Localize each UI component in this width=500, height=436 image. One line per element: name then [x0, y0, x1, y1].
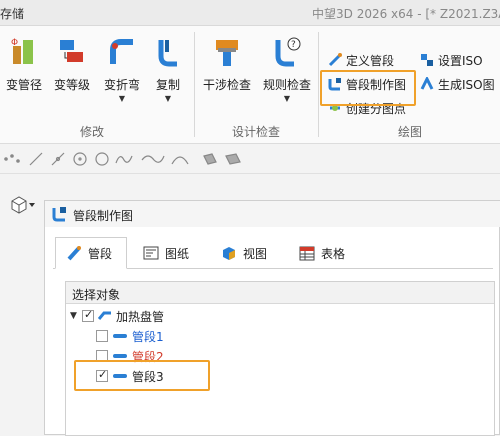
tab-drawing-sheet-label: 图纸 — [165, 246, 190, 261]
tab-drawing-sheet[interactable]: 图纸 — [133, 237, 205, 269]
dialog-title: 管段制作图 — [73, 209, 134, 223]
modify-group-label: 修改 — [80, 125, 105, 139]
tab-view[interactable]: 视图 — [211, 237, 283, 269]
change-grade-label: 变等级 — [53, 78, 90, 92]
change-diameter-icon: Φ — [9, 36, 39, 70]
tree-item-segment-1[interactable]: 管段1 — [66, 326, 494, 346]
change-bend-label: 变折弯 — [103, 78, 140, 92]
app-title-left: 存储 — [0, 7, 25, 21]
bom-table-icon — [299, 245, 315, 261]
set-iso-label: 设置ISO — [438, 53, 483, 68]
change-grade-icon — [57, 36, 87, 70]
tab-view-label: 视图 — [243, 246, 268, 261]
tab-table[interactable]: 表格 — [289, 237, 361, 269]
set-iso-icon — [420, 53, 434, 67]
generate-iso-icon — [420, 75, 434, 91]
interference-check-button[interactable]: 干涉检查 — [198, 36, 256, 93]
copy-button[interactable]: 复制 ▼ — [148, 36, 188, 103]
tree-root-label: 加热盘管 — [116, 309, 165, 324]
design-check-group-label: 设计检查 — [232, 125, 281, 139]
define-segment-icon — [328, 53, 342, 67]
assembly-icon — [97, 309, 112, 324]
change-grade-button[interactable]: 变等级 — [50, 36, 94, 93]
segment-drawing-dialog: 管段制作图 管段 图纸 视图 表格 选择对象 ▼ 加热盘管 — [44, 200, 500, 436]
sketch-toolbar — [0, 144, 500, 174]
generate-iso-label: 生成ISO图 — [438, 77, 495, 92]
interference-check-label: 干涉检查 — [202, 78, 251, 92]
dialog-title-bar[interactable]: 管段制作图 — [45, 201, 500, 227]
tab-segment[interactable]: 管段 — [55, 237, 127, 269]
selection-tree: 选择对象 ▼ 加热盘管 管段1 管段2 管段3 — [65, 281, 495, 436]
define-segment-button[interactable]: 定义管段 — [328, 50, 394, 70]
chevron-down-icon[interactable]: ▼ — [148, 94, 188, 103]
root-checkbox[interactable] — [82, 308, 94, 322]
expand-toggle-icon[interactable]: ▼ — [70, 311, 82, 321]
segment-1-label: 管段1 — [132, 329, 164, 344]
sketch-tools-icon[interactable] — [0, 144, 260, 174]
change-diameter-label: 变管径 — [5, 78, 42, 92]
ribbon: Φ 变管径 变等级 变折弯 ▼ 复制 ▼ 修改 干涉检查 ? 规则检查 ▼ 设计… — [0, 26, 500, 144]
copy-icon — [153, 36, 183, 70]
svg-text:?: ? — [291, 40, 296, 50]
left-pane — [0, 186, 50, 435]
drawing-group-label: 绘图 — [398, 125, 423, 139]
chevron-down-icon[interactable]: ▼ — [258, 94, 316, 103]
pipe-segment-icon — [113, 354, 127, 358]
tree-header: 选择对象 — [66, 282, 494, 304]
title-bar: 存储 中望3D 2026 x64 - [* Z2021.Z3ASM — [0, 0, 500, 26]
drawing-sheet-icon — [143, 245, 159, 261]
window-title: 中望3D 2026 x64 - [* Z2021.Z3ASM — [312, 7, 500, 21]
copy-label: 复制 — [155, 78, 180, 92]
set-iso-button[interactable]: 设置ISO — [420, 50, 483, 70]
tab-table-label: 表格 — [321, 246, 346, 261]
highlight-box — [320, 70, 416, 106]
group-divider — [194, 32, 195, 137]
view-cube-icon — [221, 245, 237, 261]
segment-1-checkbox[interactable] — [96, 330, 108, 342]
tab-segment-label: 管段 — [88, 246, 113, 261]
chevron-down-icon[interactable]: ▼ — [100, 94, 144, 103]
highlight-box — [74, 360, 210, 391]
group-divider — [318, 32, 319, 137]
tree-root-row[interactable]: ▼ 加热盘管 — [66, 306, 494, 326]
rule-check-button[interactable]: ? 规则检查 ▼ — [258, 36, 316, 103]
change-bend-icon — [107, 36, 137, 70]
segment-drawing-icon — [52, 207, 66, 222]
interference-check-icon — [212, 36, 242, 70]
pipe-segment-icon — [66, 245, 82, 261]
svg-text:Φ: Φ — [11, 38, 18, 48]
rule-check-label: 规则检查 — [262, 78, 311, 92]
pipe-segment-icon — [113, 334, 127, 338]
define-segment-label: 定义管段 — [346, 53, 395, 68]
change-bend-button[interactable]: 变折弯 ▼ — [100, 36, 144, 103]
view-cube-icon[interactable] — [8, 194, 38, 214]
rule-check-icon: ? — [272, 36, 302, 70]
dialog-tabs: 管段 图纸 视图 表格 — [53, 237, 493, 269]
change-diameter-button[interactable]: Φ 变管径 — [2, 36, 46, 93]
generate-iso-button[interactable]: 生成ISO图 — [420, 74, 495, 94]
